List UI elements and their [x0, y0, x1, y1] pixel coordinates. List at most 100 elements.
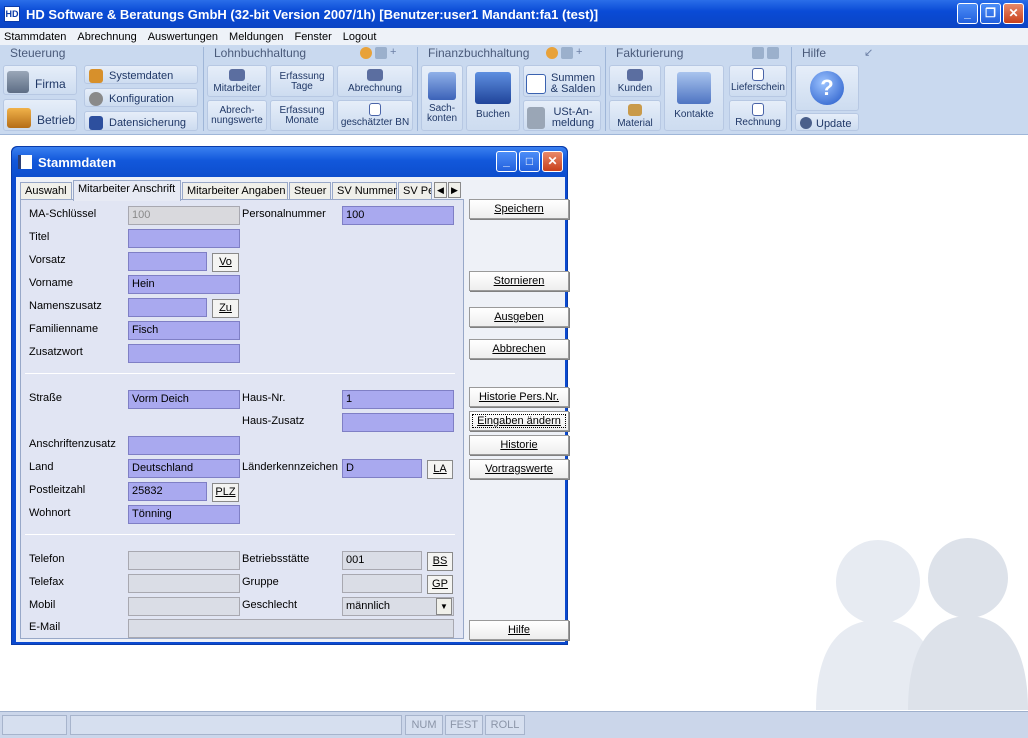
people-icon — [367, 69, 383, 81]
laenderkennzeichen-lookup-button[interactable]: LA — [427, 460, 453, 479]
chevron-down-icon[interactable]: ▼ — [436, 598, 452, 615]
kontakte-button[interactable]: Kontakte — [664, 65, 724, 131]
konfiguration-button[interactable]: Konfiguration — [84, 88, 198, 107]
tab-scroll-left-icon[interactable]: ◀ — [434, 182, 447, 198]
summen-salden-button[interactable]: Summen & Salden — [523, 65, 601, 97]
datensicherung-button[interactable]: Datensicherung — [84, 111, 198, 131]
stornieren-button[interactable]: Stornieren — [469, 271, 569, 291]
menu-logout[interactable]: Logout — [343, 31, 377, 43]
restore-icon[interactable]: ❐ — [980, 3, 1001, 24]
anschriftenzusatz-field[interactable] — [128, 436, 240, 455]
vorsatz-lookup-button[interactable]: Vo — [212, 253, 239, 272]
calculator-icon — [527, 106, 545, 129]
lieferschein-button[interactable]: Lieferschein — [729, 65, 787, 97]
plus-icon[interactable]: + — [390, 47, 396, 59]
geschaetzter-bn-button[interactable]: geschätzter BN — [337, 100, 413, 131]
building-icon — [7, 70, 29, 93]
historie-button[interactable]: Historie — [469, 435, 569, 455]
vortragswerte-button[interactable]: Vortragswerte — [469, 459, 569, 479]
speichern-button[interactable]: Speichern — [469, 199, 569, 219]
buchen-button[interactable]: Buchen — [466, 65, 520, 131]
collapse-ribbon-icon[interactable]: ↙ — [864, 46, 873, 59]
zusatzwort-field[interactable] — [128, 344, 240, 363]
laenderkennzeichen-field[interactable]: D — [342, 459, 422, 478]
rechnung-button[interactable]: Rechnung — [729, 100, 787, 131]
gruppe-field[interactable] — [342, 574, 422, 593]
update-button[interactable]: Update — [795, 113, 859, 131]
tab-sv-nummer[interactable]: SV Nummer — [332, 182, 397, 200]
betrieb-button[interactable]: Betrieb — [3, 99, 77, 131]
tab-scroll-right-icon[interactable]: ▶ — [448, 182, 461, 198]
erfassung-monate-button[interactable]: Erfassung Monate — [270, 100, 334, 131]
mitarbeiter-button[interactable]: Mitarbeiter — [207, 65, 267, 97]
minimize-icon[interactable]: _ — [496, 151, 517, 172]
abbrechen-button[interactable]: Abbrechen — [469, 339, 569, 359]
telefon-field[interactable] — [128, 551, 240, 570]
sachkonten-button[interactable]: Sach-konten — [421, 65, 463, 131]
eingaben-aendern-button[interactable]: Eingaben ändern — [469, 411, 569, 431]
tab-steuer[interactable]: Steuer — [289, 182, 331, 200]
close-icon[interactable]: ✕ — [1003, 3, 1024, 24]
book-icon[interactable] — [375, 47, 387, 59]
abrechnung-button[interactable]: Abrechnung — [337, 65, 413, 97]
gruppe-lookup-button[interactable]: GP — [427, 575, 453, 594]
gear-icon — [89, 91, 103, 106]
floppy-icon — [89, 115, 103, 130]
land-field[interactable]: Deutschland — [128, 459, 240, 478]
kunden-button[interactable]: Kunden — [609, 65, 661, 97]
close-icon[interactable]: ✕ — [542, 151, 563, 172]
menu-abrechnung[interactable]: Abrechnung — [77, 31, 136, 43]
tab-auswahl[interactable]: Auswahl — [20, 182, 72, 200]
postleitzahl-field[interactable]: 25832 — [128, 482, 207, 501]
minimize-icon[interactable]: _ — [957, 3, 978, 24]
betriebsstaette-field[interactable]: 001 — [342, 551, 422, 570]
group-title-faktur: Fakturierung — [616, 46, 684, 60]
hilfe-button[interactable]: Hilfe — [469, 620, 569, 640]
menu-fenster[interactable]: Fenster — [294, 31, 331, 43]
familienname-field[interactable]: Fisch — [128, 321, 240, 340]
help-button[interactable]: ? — [795, 65, 859, 111]
group-title-hilfe: Hilfe — [802, 46, 827, 60]
material-button[interactable]: Material — [609, 100, 661, 131]
abrechnungswerte-button[interactable]: Abrech-nungswerte — [207, 100, 267, 131]
telefax-field[interactable] — [128, 574, 240, 593]
personalnummer-field[interactable]: 100 — [342, 206, 454, 225]
group-title-finanz: Finanzbuchhaltung — [428, 46, 530, 60]
titel-field[interactable] — [128, 229, 240, 248]
box-icon — [628, 104, 642, 116]
namenszusatz-lookup-button[interactable]: Zu — [212, 299, 239, 318]
back-icon[interactable] — [546, 47, 558, 59]
tab-mitarbeiter-anschrift[interactable]: Mitarbeiter Anschrift — [73, 180, 181, 201]
maximize-icon[interactable]: □ — [519, 151, 540, 172]
vorsatz-field[interactable] — [128, 252, 207, 271]
book-icon[interactable] — [767, 47, 779, 59]
postleitzahl-lookup-button[interactable]: PLZ — [212, 483, 239, 502]
strasse-field[interactable]: Vorm Deich — [128, 390, 240, 409]
wohnort-field[interactable]: Tönning — [128, 505, 240, 524]
tab-mitarbeiter-angaben[interactable]: Mitarbeiter Angaben — [182, 182, 288, 200]
haus-zusatz-field[interactable] — [342, 413, 454, 432]
menu-meldungen[interactable]: Meldungen — [229, 31, 283, 43]
plus-icon[interactable]: + — [576, 47, 582, 59]
ust-anmeldung-button[interactable]: USt-An-meldung — [523, 100, 601, 131]
systemdaten-button[interactable]: Systemdaten — [84, 65, 198, 84]
haus-nr-field[interactable]: 1 — [342, 390, 454, 409]
firma-button[interactable]: Firma — [3, 65, 77, 95]
namenszusatz-field[interactable] — [128, 298, 207, 317]
ausgeben-button[interactable]: Ausgeben — [469, 307, 569, 327]
menu-stammdaten[interactable]: Stammdaten — [4, 31, 66, 43]
menu-auswertungen[interactable]: Auswertungen — [148, 31, 218, 43]
book-icon[interactable] — [561, 47, 573, 59]
ribbon: Steuerung Firma Betrieb Systemdaten Konf… — [0, 45, 1028, 135]
email-field[interactable] — [128, 619, 454, 638]
back-icon[interactable] — [360, 47, 372, 59]
vorname-field[interactable]: Hein — [128, 275, 240, 294]
zusatzwort-label: Zusatzwort — [29, 346, 83, 358]
tab-sv-pe[interactable]: SV Pe — [398, 182, 432, 200]
betriebsstaette-lookup-button[interactable]: BS — [427, 552, 453, 571]
book-icon[interactable] — [752, 47, 764, 59]
app-title-bar: HD HD Software & Beratungs GmbH (32-bit … — [0, 0, 1028, 28]
historie-pers-nr-button[interactable]: Historie Pers.Nr. — [469, 387, 569, 407]
erfassung-tage-button[interactable]: Erfassung Tage — [270, 65, 334, 97]
mobil-field[interactable] — [128, 597, 240, 616]
